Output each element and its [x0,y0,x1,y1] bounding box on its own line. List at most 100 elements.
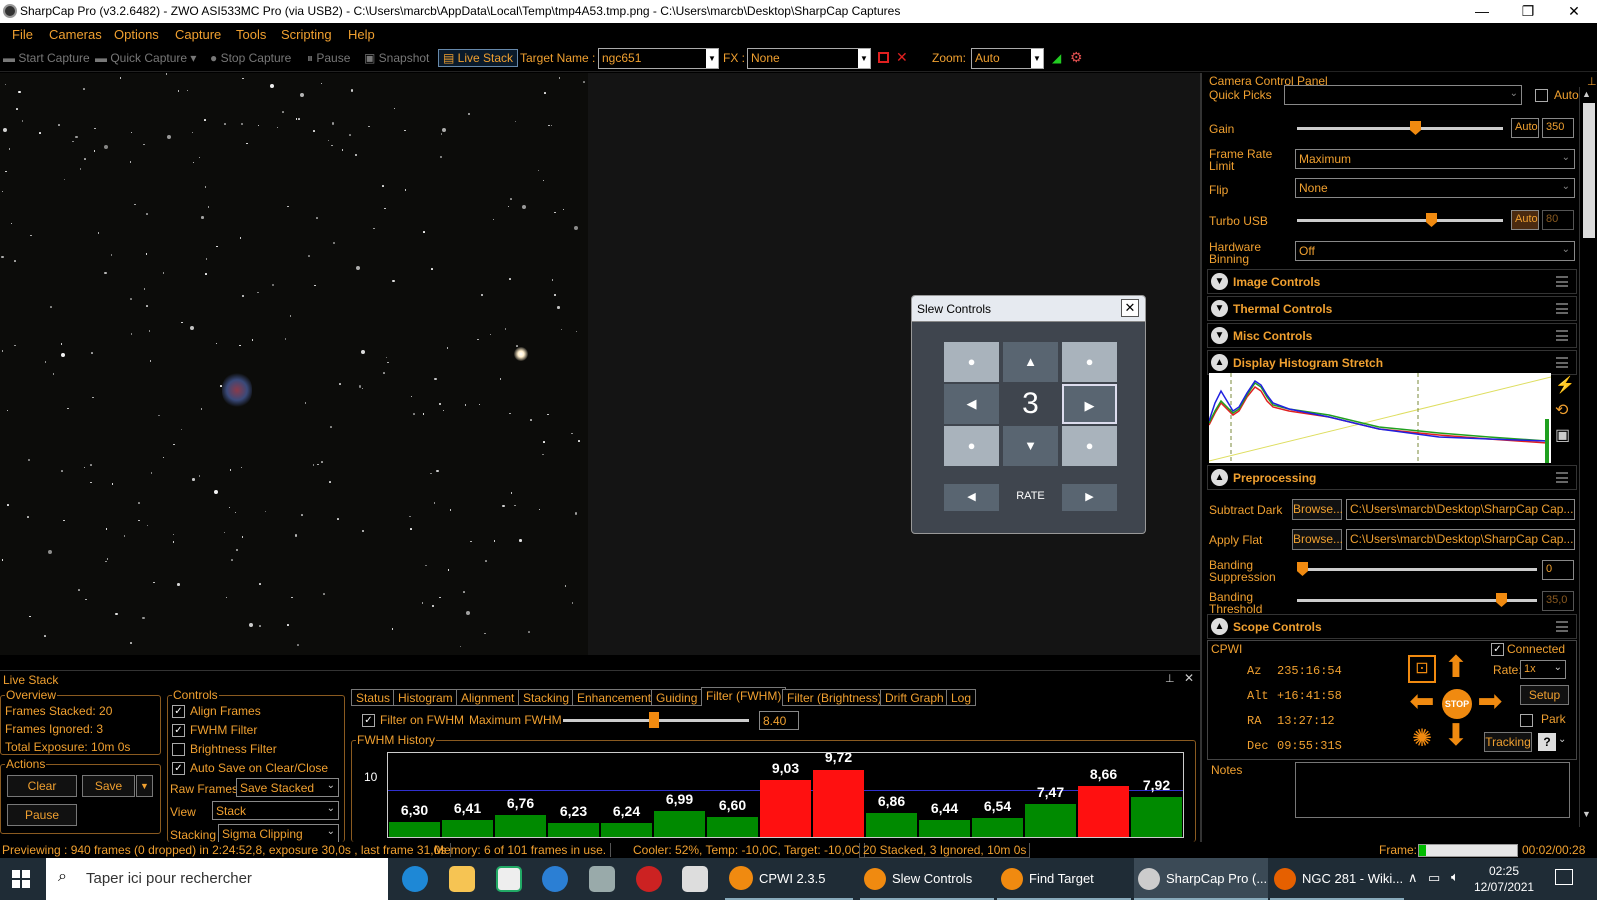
gain-auto-button[interactable]: Auto [1511,118,1539,138]
frame-rate-select[interactable]: Maximum ⌄ [1295,149,1575,169]
clear-overlay-icon[interactable]: ✕ [896,49,908,66]
app-icon-7[interactable] [682,866,708,892]
image-view[interactable] [0,73,588,655]
panel-scrollbar[interactable]: ▲ ▼ [1579,87,1597,827]
drag-handle-icon[interactable] [1556,357,1568,368]
rate-decrease-button[interactable]: ◀ [944,484,999,511]
drag-handle-icon[interactable] [1556,472,1568,483]
taskbar-cpwi[interactable]: CPWI 2.3.5 [725,858,853,900]
gain-slider-thumb[interactable] [1410,121,1421,135]
fx-select[interactable]: None ▼ [747,48,871,69]
banding-suppression-slider[interactable] [1297,562,1537,576]
image-controls-section[interactable]: ▼ Image Controls [1207,269,1577,294]
stop-button[interactable]: STOP [1442,689,1472,719]
setup-button[interactable]: Setup [1520,685,1569,705]
drag-handle-icon[interactable] [1556,621,1568,632]
banding-suppression-input[interactable]: 0 [1542,560,1574,580]
clock-date[interactable]: 12/07/2021 [1474,880,1534,894]
pin-icon[interactable]: ⊥ [1165,672,1175,685]
menu-capture[interactable]: Capture [175,27,221,42]
taskbar-search-box[interactable]: ⌕ Taper ici pour rechercher [46,858,388,900]
tab-stacking[interactable]: Stacking [518,689,575,706]
view-select[interactable]: Stack ⌄ [212,801,339,820]
clock-time[interactable]: 02:25 [1474,864,1534,878]
app-icon-c[interactable] [542,866,568,892]
scroll-down-icon[interactable]: ▼ [1582,809,1594,821]
save-icon[interactable]: ▣ [1555,425,1570,445]
volume-icon[interactable]: 🔈︎ [1451,869,1459,885]
maximize-button[interactable]: ❐ [1505,0,1551,23]
auto-save-checkbox[interactable]: ✓ [172,762,185,775]
drag-handle-icon[interactable] [1556,276,1568,287]
slew-southwest-button[interactable]: ● [944,426,999,466]
maximum-fwhm-slider[interactable] [563,712,749,728]
save-button[interactable]: Save [82,775,135,797]
pause-stack-button[interactable]: Pause [7,804,77,826]
snapshot-button[interactable]: ▣ Snapshot [364,51,429,65]
zoom-select[interactable]: Auto ▼ [971,48,1044,69]
browse-dark-button[interactable]: Browse... [1292,499,1343,520]
slew-northwest-button[interactable]: ● [944,342,999,382]
slew-southeast-button[interactable]: ● [1062,426,1117,466]
tab-alignment[interactable]: Alignment [456,689,520,706]
menu-file[interactable]: File [12,27,33,42]
banding-threshold-thumb[interactable] [1496,593,1507,607]
dark-path-select[interactable]: C:\Users\marcb\Desktop\SharpCap Cap... [1346,499,1575,520]
edge-icon[interactable] [402,866,428,892]
close-icon[interactable]: ✕ [1184,671,1194,685]
gain-value-input[interactable]: 350 [1542,118,1574,138]
turbo-usb-slider-thumb[interactable] [1426,213,1437,227]
menu-scripting[interactable]: Scripting [281,27,332,42]
gain-slider[interactable] [1297,121,1503,135]
turbo-auto-button[interactable]: Auto [1511,210,1539,230]
quick-picks-auto-checkbox[interactable] [1535,89,1548,102]
arrow-up-icon[interactable]: ⬆ [1440,653,1472,685]
network-icon[interactable]: ▭ [1428,870,1440,886]
tab-drift-graph[interactable]: Drift Graph [880,689,949,706]
tab-enhancement[interactable]: Enhancement [572,689,657,706]
browse-flat-button[interactable]: Browse... [1292,529,1343,550]
drag-handle-icon[interactable] [1556,303,1568,314]
preprocessing-section[interactable]: ▲ Preprocessing [1207,465,1577,490]
drag-handle-icon[interactable] [1556,330,1568,341]
tracking-button[interactable]: Tracking [1484,732,1532,752]
notifications-icon[interactable] [1555,869,1573,885]
live-stack-button[interactable]: ▤ Live Stack [438,49,519,67]
close-window-button[interactable]: ✕ [1551,0,1597,23]
menu-options[interactable]: Options [114,27,159,42]
raw-frames-select[interactable]: Save Stacked ⌄ [236,778,339,797]
maximum-fwhm-input[interactable]: 8.40 [759,711,799,730]
stacking-select[interactable]: Sigma Clipping ⌄ [218,824,339,843]
taskbar-firefox[interactable]: NGC 281 - Wiki... [1270,858,1404,900]
pause-button[interactable]: ⏸ Pause [307,51,350,66]
taskbar-slew-controls[interactable]: Slew Controls [860,858,994,900]
save-dropdown-icon[interactable]: ▼ [136,775,153,797]
thermal-controls-section[interactable]: ▼ Thermal Controls [1207,296,1577,321]
slew-left-button[interactable]: ◀ [944,384,999,424]
sync-icon[interactable]: ✺ [1408,725,1436,753]
menu-cameras[interactable]: Cameras [49,27,102,42]
flip-select[interactable]: None ⌄ [1295,178,1575,198]
slew-right-button[interactable]: ▶ [1062,384,1117,424]
slew-northeast-button[interactable]: ● [1062,342,1117,382]
connected-checkbox[interactable]: ✓ [1491,643,1504,656]
display-histogram-section[interactable]: ▲ Display Histogram Stretch [1207,350,1577,375]
tab-log[interactable]: Log [946,689,977,706]
arrow-down-icon[interactable]: ⬇ [1440,721,1472,753]
fwhm-filter-checkbox[interactable]: ✓ [172,724,185,737]
scroll-up-icon[interactable]: ▲ [1582,89,1594,101]
arrow-right-icon[interactable]: ➡ [1474,687,1506,719]
misc-controls-section[interactable]: ▼ Misc Controls [1207,323,1577,348]
quick-picks-select[interactable]: ⌄ [1284,85,1522,105]
banding-suppression-thumb[interactable] [1297,562,1308,576]
start-capture-button[interactable]: ▬ Start Capture [3,51,90,65]
chevron-down-icon[interactable]: ⌄ [1558,734,1566,745]
rate-increase-button[interactable]: ▶ [1062,484,1117,511]
lightning-icon[interactable]: ⚡ [1555,375,1575,395]
minimize-button[interactable]: — [1459,0,1505,23]
tab-filter-fwhm[interactable]: Filter (FWHM) [701,687,787,706]
scope-controls-section[interactable]: ▲ Scope Controls [1207,614,1577,639]
settings-icon[interactable]: ⚙ [1070,49,1083,66]
turbo-usb-slider[interactable] [1297,213,1503,227]
filter-on-fwhm-checkbox[interactable]: ✓ [362,714,375,727]
